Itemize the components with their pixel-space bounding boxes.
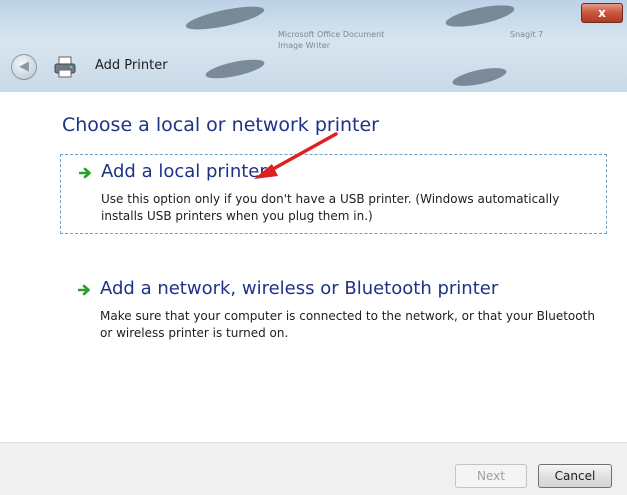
background-text: Snagit 7 [510,30,544,39]
green-arrow-icon [78,284,90,296]
background-blur [184,1,266,35]
back-button[interactable]: ◀ [11,54,37,80]
background-blur [444,0,516,32]
close-icon: x [598,6,606,20]
option-title: Add a local printer [101,161,267,182]
back-arrow-icon: ◀ [19,59,29,74]
background-text: Microsoft Office Document [278,30,385,39]
option-description: Use this option only if you don't have a… [101,192,560,223]
cancel-button[interactable]: Cancel [538,464,612,488]
background-blur [451,64,508,90]
next-button[interactable]: Next [455,464,527,488]
printer-icon [54,56,76,78]
red-arrow-icon [254,132,338,179]
option-description: Make sure that your computer is connecte… [100,309,595,340]
add-printer-window: Microsoft Office Document Image Writer S… [0,0,627,495]
add-network-printer-option[interactable]: Add a network, wireless or Bluetooth pri… [60,272,605,352]
close-button[interactable]: x [581,3,623,23]
background-blur [204,55,266,83]
title-bar: Microsoft Office Document Image Writer S… [0,0,627,92]
option-title: Add a network, wireless or Bluetooth pri… [100,278,499,299]
button-bar: Next Cancel [0,442,627,495]
green-arrow-icon [79,167,91,179]
background-text: Image Writer [278,41,331,50]
window-title: Add Printer [95,58,168,73]
